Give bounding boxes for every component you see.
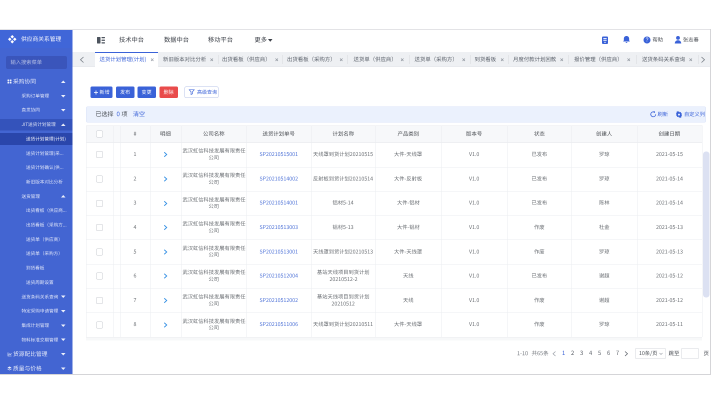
svg-text:?: ? [646,38,649,44]
